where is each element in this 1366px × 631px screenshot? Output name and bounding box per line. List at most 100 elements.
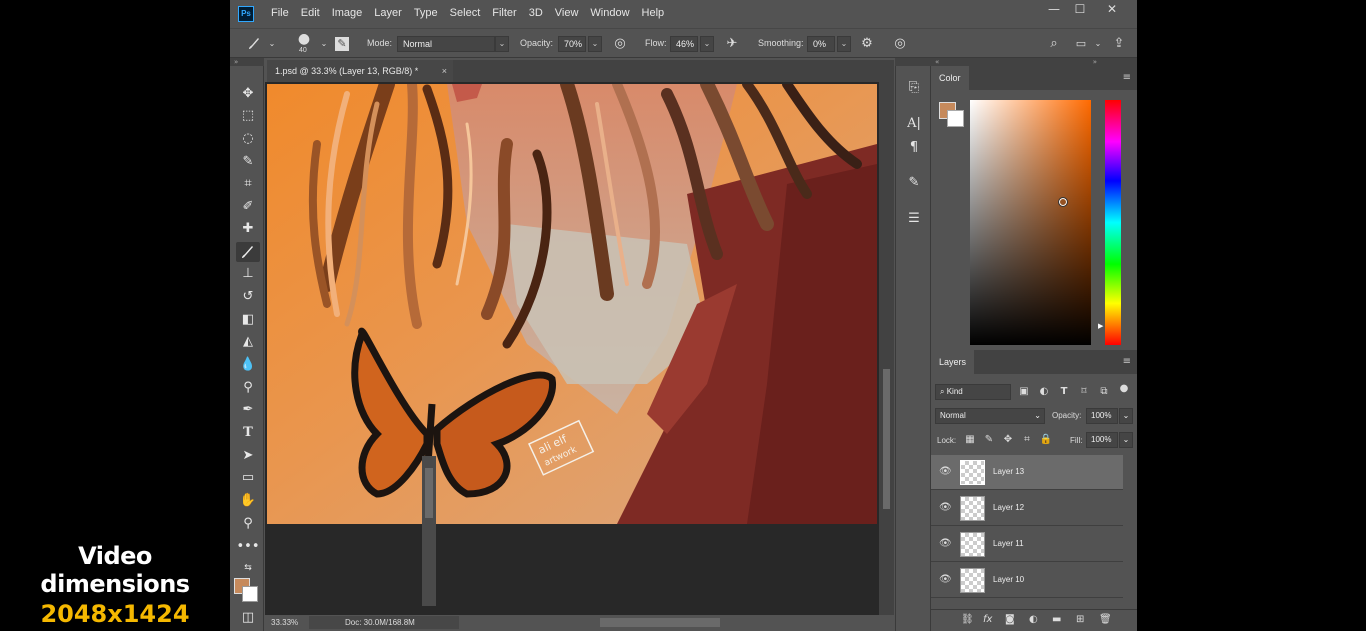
menu-select[interactable]: Select	[450, 7, 481, 19]
menu-type[interactable]: Type	[414, 7, 438, 19]
visibility-eye-icon[interactable]: 👁	[939, 502, 952, 513]
hue-slider-handle[interactable]: ▶	[1098, 322, 1103, 330]
type-tool-icon[interactable]: T	[236, 423, 260, 443]
canvas-area[interactable]: ali elf artwork	[265, 82, 879, 615]
airbrush-icon[interactable]: ✈	[724, 36, 740, 52]
history-panel-icon[interactable]: ⎘	[904, 78, 924, 98]
clone-stamp-tool-icon[interactable]: ⊥	[236, 264, 260, 284]
move-tool-icon[interactable]: ✥	[236, 84, 260, 104]
character-panel-icon[interactable]: A|	[904, 114, 924, 134]
brush-tool-preset-icon[interactable]	[246, 36, 262, 52]
delete-layer-icon[interactable]: 🗑	[1099, 614, 1112, 625]
background-color-swatch[interactable]	[242, 586, 258, 602]
filter-shape-icon[interactable]: ⌑	[1077, 385, 1091, 399]
quick-selection-tool-icon[interactable]: ✎	[236, 152, 260, 172]
photoshop-logo[interactable]: Ps	[238, 6, 254, 22]
panel-menu-icon[interactable]: ≡	[1123, 72, 1131, 83]
adjustment-layer-icon[interactable]: ◐	[1029, 614, 1038, 625]
brush-settings-panel-icon[interactable]: ✎	[904, 173, 924, 193]
search-icon[interactable]: ⌕	[1046, 36, 1062, 52]
add-mask-icon[interactable]: ◙	[1005, 614, 1015, 625]
artwork-canvas[interactable]: ali elf artwork	[267, 84, 877, 524]
menu-layer[interactable]: Layer	[374, 7, 402, 19]
filter-toggle-icon[interactable]: ●	[1117, 382, 1131, 396]
layer-name[interactable]: Layer 12	[993, 503, 1024, 512]
horizontal-scrollbar-thumb[interactable]	[600, 618, 720, 627]
layer-row[interactable]: 👁 Layer 10	[931, 563, 1123, 598]
layer-opacity-field[interactable]: 100%	[1086, 408, 1118, 424]
share-icon[interactable]: ⇪	[1111, 36, 1127, 52]
visibility-eye-icon[interactable]: 👁	[939, 466, 952, 477]
layer-style-icon[interactable]: fx	[983, 614, 992, 625]
panel-menu-icon[interactable]: ≡	[1123, 356, 1131, 367]
dodge-tool-icon[interactable]: ⚲	[236, 378, 260, 398]
layers-scrollbar-thumb[interactable]	[425, 468, 433, 518]
lock-artboard-icon[interactable]: ⌗	[1020, 433, 1034, 447]
color-picker-cursor[interactable]	[1058, 197, 1068, 207]
layer-row[interactable]: 👁 Layer 13	[931, 455, 1123, 490]
crop-tool-icon[interactable]: ⌗	[236, 174, 260, 194]
mode-select[interactable]: Normal	[397, 36, 495, 52]
fill-dropdown[interactable]: ⌄	[1119, 432, 1133, 448]
filter-type-icon[interactable]: T	[1057, 385, 1071, 399]
layer-row[interactable]: 👁 Layer 11	[931, 527, 1123, 562]
pen-tool-icon[interactable]: ✒	[236, 400, 260, 420]
brush-tip-icon[interactable]: ●	[296, 31, 312, 47]
close-window-button[interactable]: ✕	[1097, 0, 1127, 20]
close-document-icon[interactable]: ×	[442, 60, 447, 82]
swap-colors-icon[interactable]: ⇆	[236, 558, 260, 578]
menu-view[interactable]: View	[555, 7, 579, 19]
fill-field[interactable]: 100%	[1086, 432, 1118, 448]
new-layer-icon[interactable]: ⊞	[1076, 614, 1084, 625]
canvas-vertical-scrollbar[interactable]	[879, 82, 894, 615]
chevron-down-icon[interactable]: ⌄	[316, 36, 332, 52]
eyedropper-tool-icon[interactable]: ✐	[236, 197, 260, 217]
pressure-opacity-icon[interactable]: ◎	[612, 36, 628, 52]
filter-adjustment-icon[interactable]: ◐	[1037, 385, 1051, 399]
layer-name[interactable]: Layer 10	[993, 575, 1024, 584]
layers-tab[interactable]: Layers	[931, 350, 975, 374]
lasso-tool-icon[interactable]: ◌	[236, 129, 260, 149]
maximize-button[interactable]: ☐	[1065, 0, 1095, 20]
layer-row[interactable]: 👁 Layer 12	[931, 491, 1123, 526]
zoom-level[interactable]: 33.33%	[271, 618, 298, 627]
lock-image-icon[interactable]: ✎	[982, 433, 996, 447]
layer-filter-kind[interactable]: ⌕ Kind	[935, 384, 1011, 400]
visibility-eye-icon[interactable]: 👁	[939, 538, 952, 549]
menu-help[interactable]: Help	[642, 7, 665, 19]
blur-tool-icon[interactable]: 💧	[236, 355, 260, 375]
more-tools-icon[interactable]: •••	[236, 537, 260, 557]
chevron-down-icon[interactable]: ⌄	[1090, 36, 1106, 52]
scrollbar-thumb[interactable]	[883, 369, 890, 509]
menu-window[interactable]: Window	[590, 7, 629, 19]
history-brush-tool-icon[interactable]: ↺	[236, 287, 260, 307]
workspace-icon[interactable]: ▭	[1073, 36, 1089, 52]
menu-edit[interactable]: Edit	[301, 7, 320, 19]
healing-brush-tool-icon[interactable]: ✚	[236, 219, 260, 239]
rectangle-tool-icon[interactable]: ▭	[236, 468, 260, 488]
layer-name[interactable]: Layer 11	[993, 539, 1024, 548]
gear-icon[interactable]: ⚙	[859, 36, 875, 52]
doc-size[interactable]: Doc: 30.0M/168.8M	[309, 616, 459, 629]
saturation-brightness-field[interactable]	[970, 100, 1091, 345]
quick-mask-icon[interactable]: ◫	[236, 608, 260, 628]
color-background-swatch[interactable]	[947, 110, 964, 127]
pressure-size-icon[interactable]: ◎	[892, 36, 908, 52]
properties-panel-icon[interactable]: ☰	[904, 209, 924, 229]
zoom-tool-icon[interactable]: ⚲	[236, 514, 260, 534]
smoothing-dropdown[interactable]: ⌄	[837, 36, 851, 52]
flow-field[interactable]: 46%	[670, 36, 698, 52]
link-layers-icon[interactable]: ⛓	[961, 614, 974, 625]
brush-tool-icon[interactable]	[236, 242, 260, 262]
mode-dropdown[interactable]: ⌄	[495, 36, 509, 52]
flow-dropdown[interactable]: ⌄	[700, 36, 714, 52]
eraser-tool-icon[interactable]: ◧	[236, 310, 260, 330]
opacity-field[interactable]: 70%	[558, 36, 586, 52]
visibility-eye-icon[interactable]: 👁	[939, 574, 952, 585]
lock-position-icon[interactable]: ✥	[1001, 433, 1015, 447]
layer-blend-mode-select[interactable]: Normal ⌄	[935, 408, 1045, 424]
brush-settings-icon[interactable]: ✎	[335, 37, 349, 51]
toolbox-collapse-strip[interactable]: »	[230, 58, 264, 66]
hue-slider[interactable]	[1105, 100, 1121, 345]
hand-tool-icon[interactable]: ✋	[236, 491, 260, 511]
